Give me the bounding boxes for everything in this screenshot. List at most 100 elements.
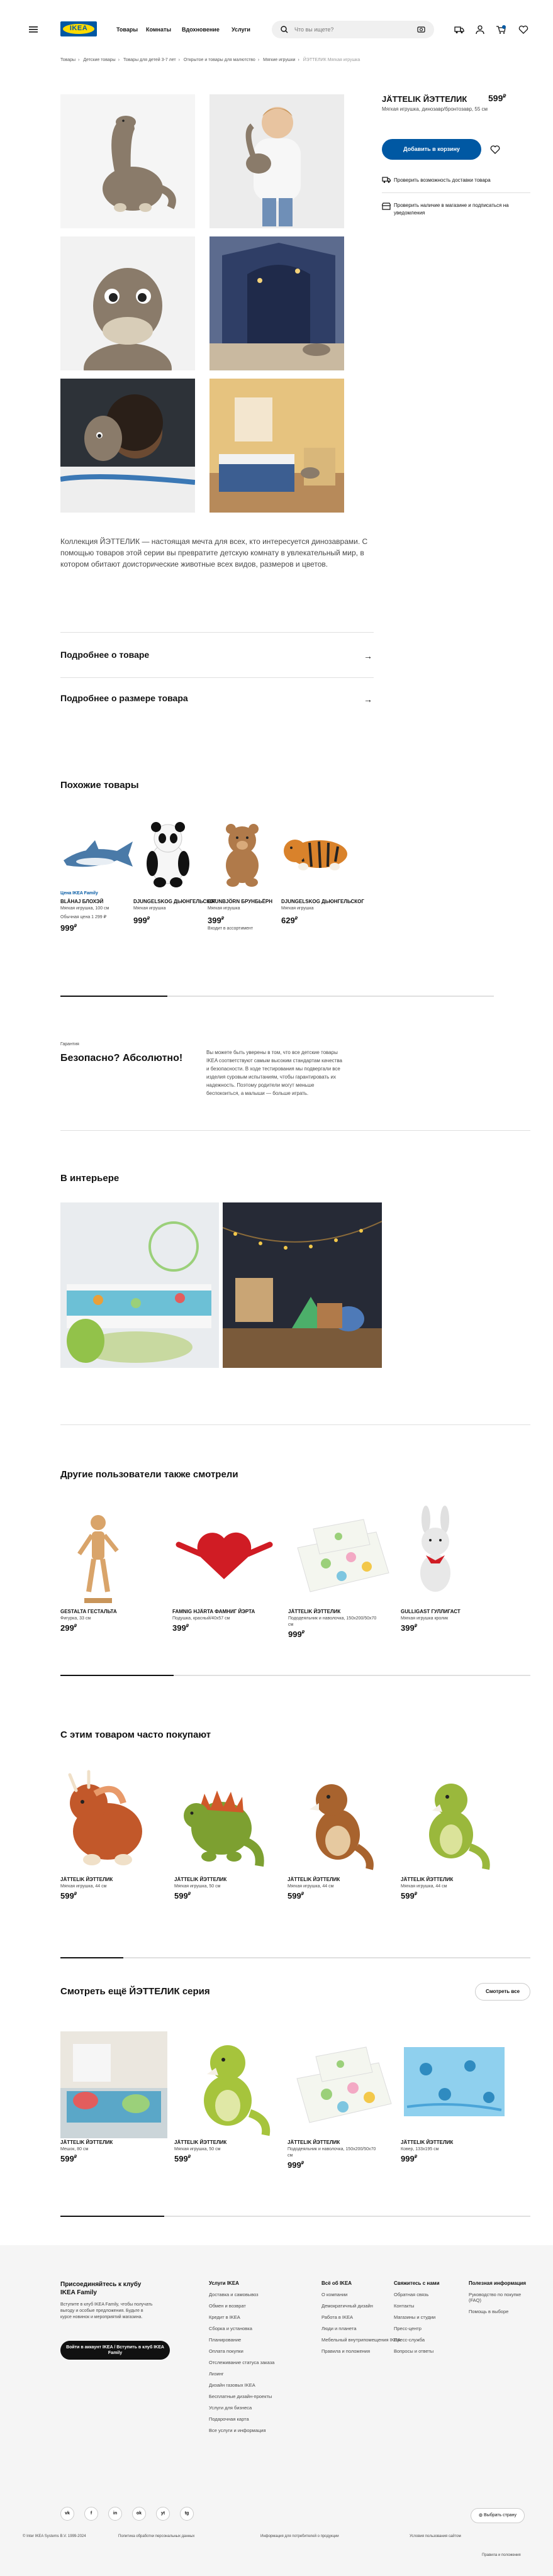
footer-link[interactable]: Люди и планета (321, 2326, 401, 2331)
nav-inspiration[interactable]: Вдохновение (182, 26, 220, 33)
product-card[interactable]: JÄTTELIK ЙЭТТЕЛИК Мягкая игрушка, 50 см … (174, 1765, 269, 1901)
footer-link[interactable]: Помощь в выборе (469, 2309, 532, 2314)
breadcrumb-item[interactable]: Товары для детей 3-7 лет (123, 58, 176, 62)
footer-link[interactable]: Кредит в IKEA (209, 2314, 274, 2320)
product-image-2[interactable] (209, 94, 344, 228)
telegram-icon[interactable]: tg (180, 2507, 194, 2521)
product-thumbnail[interactable] (288, 1765, 374, 1875)
carousel-scrollbar[interactable] (60, 996, 494, 997)
product-image-6[interactable] (209, 379, 344, 513)
product-card[interactable]: JÄTTELIK ЙЭТТЕЛИК Пододеяльник и наволоч… (288, 1504, 389, 1639)
footer-link[interactable]: Пресс-центр (394, 2326, 440, 2331)
camera-icon[interactable] (417, 26, 425, 33)
product-card[interactable]: GESTALTA ГЕСТАЛЬТА Фигурка, 33 см 299₽ (60, 1504, 155, 1633)
accordion-product-details[interactable]: Подробнее о товаре → (60, 634, 374, 675)
footer-link[interactable]: Работа в IKEA (321, 2314, 401, 2320)
footer-link[interactable]: Магазины и студии (394, 2314, 440, 2320)
see-all-button[interactable]: Смотреть все (475, 1983, 530, 2001)
product-card[interactable]: GULLIGAST ГУЛЛИГАСТ Мягкая игрушка кроли… (401, 1504, 495, 1633)
footer-link[interactable]: Оплата покупки (209, 2348, 274, 2354)
product-thumbnail[interactable] (172, 1504, 276, 1607)
instagram-icon[interactable]: in (108, 2507, 122, 2521)
ikea-logo[interactable]: IKEA (60, 21, 97, 36)
search-bar[interactable]: Что вы ищете? (272, 21, 434, 38)
product-thumbnail[interactable] (60, 1504, 136, 1607)
footer-link[interactable]: Бесплатные дизайн-проекты (209, 2394, 274, 2399)
footer-link[interactable]: Лизинг (209, 2371, 274, 2377)
product-image-4[interactable] (209, 236, 344, 370)
footer-link[interactable]: Доставка и самовывоз (209, 2292, 274, 2297)
accordion-size-details[interactable]: Подробнее о размере товара → (60, 677, 374, 719)
favourite-heart-icon[interactable] (490, 145, 500, 154)
product-thumbnail[interactable] (401, 2031, 508, 2138)
footer-link[interactable]: Планирование (209, 2337, 274, 2343)
check-delivery-link[interactable]: Проверить возможность доставки товара (394, 177, 491, 183)
youtube-icon[interactable]: yt (156, 2507, 170, 2521)
legal-link[interactable]: Политика обработки персональных данных (118, 2534, 194, 2538)
product-card[interactable]: DJUNGELSKOG ДЬЮНГЕЛЬСКОГ Мягкая игрушка … (281, 816, 376, 925)
check-store-link[interactable]: Проверить наличие в магазине и подписать… (394, 202, 520, 217)
nav-services[interactable]: Услуги (232, 26, 250, 33)
product-card[interactable]: JÄTTELIK ЙЭТТЕЛИК Мягкая игрушка, 50 см … (174, 2031, 271, 2163)
breadcrumb-item[interactable]: Товары (60, 58, 75, 62)
product-thumbnail[interactable] (133, 816, 209, 889)
delivery-truck-icon[interactable] (454, 25, 464, 34)
product-thumbnail[interactable] (174, 1765, 264, 1875)
product-card[interactable]: JÄTTELIK ЙЭТТЕЛИК Мягкая игрушка, 44 см … (60, 1765, 155, 1901)
carousel-scrollbar[interactable] (60, 2216, 530, 2217)
menu-icon[interactable] (29, 26, 38, 33)
footer-link[interactable]: Обмен и возврат (209, 2303, 274, 2309)
country-select-button[interactable]: ◍ Выбрать страну (471, 2508, 525, 2523)
product-thumbnail[interactable] (208, 816, 283, 889)
footer-link[interactable]: Все услуги и информация (209, 2428, 274, 2433)
carousel-scrollbar[interactable] (60, 1675, 530, 1676)
footer-link[interactable]: Пресс-служба (394, 2337, 440, 2343)
interior-image-1[interactable] (60, 1202, 219, 1368)
breadcrumb-item[interactable]: Детские товары (83, 58, 115, 62)
footer-link[interactable]: Отслеживание статуса заказа (209, 2360, 274, 2365)
legal-link[interactable]: Условия пользования сайтом (410, 2534, 461, 2538)
cart-icon[interactable] (496, 25, 506, 34)
breadcrumb-item[interactable]: Открытое и товары для малютство (184, 58, 255, 62)
user-icon[interactable] (475, 25, 485, 34)
product-thumbnail[interactable] (60, 1765, 142, 1875)
product-thumbnail[interactable] (60, 816, 136, 889)
footer-link[interactable]: Обратная связь (394, 2292, 440, 2297)
footer-link[interactable]: Дизайн газовых IKEA (209, 2382, 274, 2388)
facebook-icon[interactable]: f (84, 2507, 98, 2521)
product-image-1[interactable] (60, 94, 195, 228)
footer-link[interactable]: Услуги для бизнеса (209, 2405, 274, 2411)
footer-link[interactable]: Вопросы и ответы (394, 2348, 440, 2354)
footer-link[interactable]: Контакты (394, 2303, 440, 2309)
nav-products[interactable]: Товары (116, 26, 138, 33)
product-card[interactable]: JÄTTELIK ЙЭТТЕЛИК Пододеяльник и наволоч… (288, 2031, 392, 2170)
product-thumbnail[interactable] (288, 2031, 394, 2138)
breadcrumb-item[interactable]: Мягкие игрушки (263, 58, 295, 62)
footer-link[interactable]: Сборка и установка (209, 2326, 274, 2331)
family-join-button[interactable]: Войти в аккаунт IKEA / Вступить в клуб I… (60, 2341, 170, 2360)
legal-link[interactable]: Правила и положения (482, 2553, 521, 2557)
product-thumbnail[interactable] (288, 1504, 392, 1607)
product-card[interactable]: JÄTTELIK ЙЭТТЕЛИК Мягкая игрушка, 44 см … (288, 1765, 382, 1901)
footer-link[interactable]: Правила и положения (321, 2348, 401, 2354)
ok-icon[interactable]: ok (132, 2507, 146, 2521)
product-card[interactable]: FAMNIG HJÄRTA ФАМНИГ ЙЭРТА Подушка, крас… (172, 1504, 273, 1633)
add-to-cart-button[interactable]: Добавить в корзину (382, 139, 481, 160)
footer-link[interactable]: Мебельный внутрипомещения IKEA (321, 2337, 401, 2343)
nav-rooms[interactable]: Комнаты (146, 26, 171, 33)
product-card[interactable]: JÄTTELIK ЙЭТТЕЛИК Ковер, 133х195 см 999₽ (401, 2031, 505, 2163)
legal-link[interactable]: Информация для потребителей о продукции (260, 2534, 339, 2538)
heart-icon[interactable] (518, 25, 528, 34)
product-card[interactable]: JÄTTELIK ЙЭТТЕЛИК Мягкая игрушка, 44 см … (401, 1765, 495, 1901)
product-image-3[interactable] (60, 236, 195, 370)
footer-link[interactable]: Демократичный дизайн (321, 2303, 401, 2309)
footer-link[interactable]: Подарочная карта (209, 2416, 274, 2422)
product-thumbnail[interactable] (401, 1504, 476, 1607)
product-image-5[interactable] (60, 379, 195, 513)
carousel-scrollbar[interactable] (60, 1957, 530, 1958)
interior-image-2[interactable] (223, 1202, 382, 1368)
product-thumbnail[interactable] (60, 2031, 167, 2138)
vk-icon[interactable]: vk (60, 2507, 74, 2521)
product-card[interactable]: JÄTTELIK ЙЭТТЕЛИК Мешок, 80 см 599₽ (60, 2031, 167, 2163)
footer-link[interactable]: Руководство по покупке (FAQ) (469, 2292, 532, 2303)
